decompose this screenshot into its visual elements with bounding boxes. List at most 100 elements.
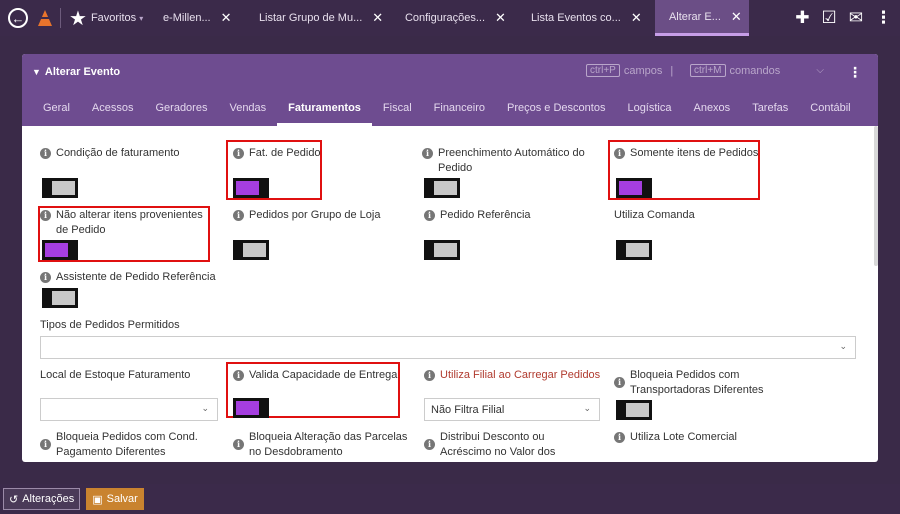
tab-tarefas[interactable]: Tarefas <box>741 102 799 126</box>
window-title-text: Alterar Evento <box>44 66 121 78</box>
toggle-pedidos-grupo[interactable] <box>233 240 269 260</box>
field-label: Assistente de Pedido Referência <box>56 271 216 283</box>
add-icon[interactable]: ✚ <box>795 8 809 28</box>
field-bloqueia-cond: i Bloqueia Pedidos com Cond. Pagamento Di… <box>40 430 215 460</box>
info-icon[interactable]: i <box>40 210 51 221</box>
tab-financeiro[interactable]: Financeiro <box>423 102 496 126</box>
tab-fiscal[interactable]: Fiscal <box>372 102 423 126</box>
scrollbar[interactable] <box>874 126 878 266</box>
toggle-utiliza-comanda[interactable] <box>616 240 652 260</box>
close-icon[interactable]: ✕ <box>221 10 232 26</box>
tab-precos-descontos[interactable]: Preços e Descontos <box>496 102 616 126</box>
field-condicao: i Condição de faturamento <box>40 146 220 161</box>
tab-geral[interactable]: Geral <box>22 102 81 126</box>
top-tab-bar: ← ★ Favoritos ▾ e-Millen... ✕ Listar Gru… <box>0 0 900 36</box>
toggle-somente-itens[interactable] <box>616 178 652 198</box>
clipboard-check-icon[interactable]: ☑ <box>822 8 837 28</box>
field-label: Bloqueia Pedidos com Transportadoras Dif… <box>630 369 764 396</box>
info-icon[interactable]: i <box>233 210 244 221</box>
tab-vendas[interactable]: Vendas <box>218 102 277 126</box>
top-actions: ✚ ☑ ✉ ⋮ <box>795 8 892 28</box>
info-icon[interactable]: i <box>424 439 435 450</box>
chat-icon[interactable]: ✉ <box>849 8 863 28</box>
shortcut-campos[interactable]: ctrl+P campos | <box>586 64 677 77</box>
info-icon[interactable]: i <box>424 210 435 221</box>
tab-geradores[interactable]: Geradores <box>144 102 218 126</box>
chevron-down-icon[interactable]: ⌵ <box>816 65 824 76</box>
info-icon[interactable]: i <box>40 148 51 159</box>
window-header: ▼ Alterar Evento ctrl+P campos | ctrl+M c… <box>22 54 878 126</box>
info-icon[interactable]: i <box>233 439 244 450</box>
field-bloqueia-transp: i Bloqueia Pedidos com Transportadoras Di… <box>614 368 789 398</box>
tab-anexos[interactable]: Anexos <box>682 102 741 126</box>
field-local-estoque: Local de Estoque Faturamento <box>40 368 210 383</box>
button-label: Alterações <box>22 493 75 505</box>
tab-label: Alterar E... <box>668 10 721 23</box>
field-pedido-ref: i Pedido Referência <box>424 208 574 223</box>
alteracoes-button[interactable]: ↺ Alterações <box>3 488 81 510</box>
info-icon[interactable]: i <box>614 377 625 388</box>
field-tipos-pedidos: Tipos de Pedidos Permitidos <box>40 318 240 333</box>
tipos-pedidos-select[interactable]: ⌄ <box>40 336 856 359</box>
info-icon[interactable]: i <box>614 432 625 443</box>
field-label: Preenchimento Automático do Pedido <box>438 147 585 174</box>
faturamentos-form: i Condição de faturamento i Fat. de Pedido… <box>22 126 878 462</box>
field-label: Fat. de Pedido <box>249 147 321 159</box>
info-icon[interactable]: i <box>614 148 625 159</box>
field-preenchimento: i Preenchimento Automático do Pedido <box>422 146 597 176</box>
chevron-down-icon: ⌄ <box>839 341 847 351</box>
field-label: Distribui Desconto ou Acréscimo no Valor… <box>440 431 556 458</box>
window-title[interactable]: ▼ Alterar Evento <box>32 66 120 78</box>
local-estoque-select[interactable]: ⌄ <box>40 398 218 421</box>
field-label: Bloqueia Alteração das Parcelas no Desdo… <box>249 431 408 458</box>
more-vertical-icon[interactable]: ⋮ <box>848 64 862 81</box>
toggle-assistente[interactable] <box>42 288 78 308</box>
tab-listar-grupo[interactable]: Listar Grupo de Mu... ✕ <box>259 0 383 36</box>
tab-logistica[interactable]: Logística <box>616 102 682 126</box>
close-icon[interactable]: ✕ <box>372 10 383 26</box>
tab-label: Configurações... <box>404 12 486 24</box>
favorites-menu[interactable]: Favoritos ▾ <box>91 0 151 36</box>
info-icon[interactable]: i <box>40 272 51 283</box>
field-label: Utiliza Lote Comercial <box>630 431 737 443</box>
shortcut-key: ctrl+P <box>586 64 620 77</box>
field-label: Não alterar itens provenientes de Pedido <box>56 209 203 236</box>
close-icon[interactable]: ✕ <box>495 10 506 26</box>
tab-alterar-evento[interactable]: Alterar E... ✕ <box>654 0 749 36</box>
app-logo-icon <box>38 10 52 26</box>
toggle-pedido-ref[interactable] <box>424 240 460 260</box>
tab-lista-eventos[interactable]: Lista Eventos co... ✕ <box>531 0 649 36</box>
tab-contabil[interactable]: Contábil <box>799 102 861 126</box>
tab-emillen[interactable]: e-Millen... ✕ <box>163 0 243 36</box>
back-icon[interactable]: ← <box>8 8 28 28</box>
save-icon: ▣ <box>92 493 103 506</box>
info-icon[interactable]: i <box>40 439 51 450</box>
history-icon: ↺ <box>9 493 19 506</box>
close-icon[interactable]: ✕ <box>731 9 742 25</box>
info-icon[interactable]: i <box>233 148 244 159</box>
info-icon[interactable]: i <box>233 370 244 381</box>
field-valida-capacidade: i Valida Capacidade de Entrega <box>233 368 403 383</box>
toggle-bloqueia-transp[interactable] <box>616 400 652 420</box>
toggle-valida-capacidade[interactable] <box>233 398 269 418</box>
tab-configuracoes[interactable]: Configurações... ✕ <box>405 0 509 36</box>
info-icon[interactable]: i <box>422 148 433 159</box>
more-vertical-icon[interactable]: ⋮ <box>875 8 892 28</box>
save-button[interactable]: ▣ Salvar <box>86 488 144 510</box>
toggle-preenchimento[interactable] <box>424 178 460 198</box>
bottom-bar: ↺ Alterações ▣ Salvar <box>0 484 900 514</box>
field-somente-itens: i Somente itens de Pedidos <box>614 146 764 161</box>
toggle-fat-pedido[interactable] <box>233 178 269 198</box>
field-label: Tipos de Pedidos Permitidos <box>40 319 180 331</box>
shortcut-comandos[interactable]: ctrl+M comandos <box>690 64 780 77</box>
info-icon[interactable]: i <box>424 370 435 381</box>
tab-acessos[interactable]: Acessos <box>81 102 145 126</box>
utiliza-filial-select[interactable]: Não Filtra Filial ⌄ <box>424 398 600 421</box>
close-icon[interactable]: ✕ <box>631 10 642 26</box>
tab-faturamentos[interactable]: Faturamentos <box>277 102 372 126</box>
tab-label: Lista Eventos co... <box>530 12 621 24</box>
star-icon[interactable]: ★ <box>69 6 87 31</box>
toggle-nao-alterar[interactable] <box>42 240 78 260</box>
toggle-condicao[interactable] <box>42 178 78 198</box>
favorites-label: Favoritos <box>90 12 137 24</box>
